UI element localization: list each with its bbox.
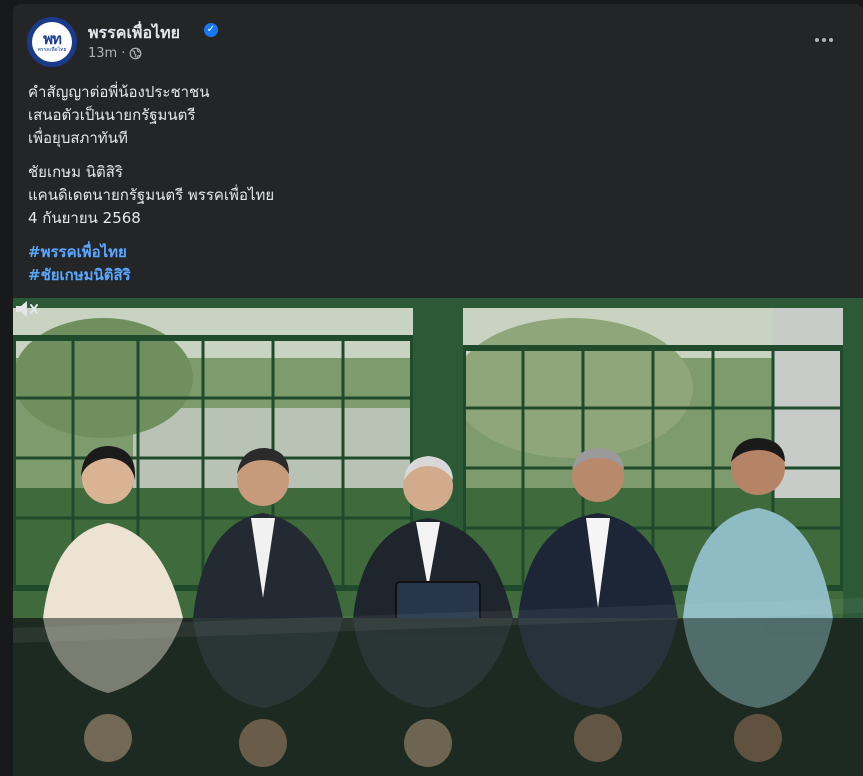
post-timestamp[interactable]: 13m [88,46,117,61]
caption-line: คำสัญญาต่อพี่น้องประชาชน [28,83,210,101]
post-card: พท พรรคเพื่อไทย พรรคเพื่อไทย ✓ 13m · คำส… [13,4,863,776]
page-avatar[interactable]: พท พรรคเพื่อไทย [27,17,77,67]
caption-line: เสนอตัวเป็นนายกรัฐมนตรี [28,106,196,124]
logo-subtext: พรรคเพื่อไทย [37,46,67,53]
post-header: พท พรรคเพื่อไทย พรรคเพื่อไทย ✓ 13m · [13,4,863,76]
post-meta: 13m · [88,46,142,61]
muted-speaker-icon[interactable] [13,298,41,320]
signature-date: 4 กันยายน 2568 [28,209,141,227]
video-frame [13,298,863,776]
more-options-icon[interactable] [809,28,839,52]
verified-badge-icon: ✓ [204,23,218,37]
page-name-link[interactable]: พรรคเพื่อไทย [88,21,180,46]
globe-icon[interactable] [129,47,142,60]
logo-mark: พท [43,29,62,48]
signature-name: ชัยเกษม นิติสิริ [28,163,123,181]
signature-title: แคนดิเดตนายกรัฐมนตรี พรรคเพื่อไทย [28,186,275,204]
hashtag-link[interactable]: #พรรคเพื่อไทย [28,241,848,264]
caption-line: เพื่อยุบสภาทันที [28,129,128,147]
post-video[interactable] [13,298,863,776]
meta-separator: · [121,46,126,61]
hashtag-link[interactable]: #ชัยเกษมนิติสิริ [28,264,848,287]
party-logo: พท พรรคเพื่อไทย [32,22,72,62]
post-text: คำสัญญาต่อพี่น้องประชาชน เสนอตัวเป็นนายก… [28,81,848,287]
